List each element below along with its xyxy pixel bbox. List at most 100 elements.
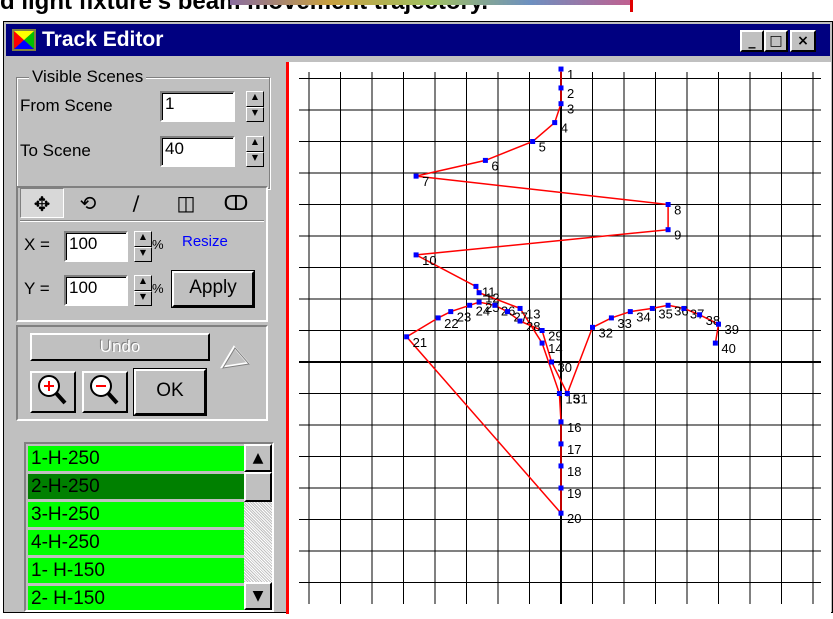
list-scrollbar[interactable]: ▲ ▼ xyxy=(244,444,272,610)
list-item[interactable]: 3-H-250 xyxy=(28,502,249,527)
from-scene-spinner[interactable]: ▲ ▼ xyxy=(246,91,264,122)
track-point[interactable] xyxy=(413,252,419,258)
triangle-icon xyxy=(220,345,250,369)
list-item[interactable]: 4-H-250 xyxy=(28,530,249,555)
track-point[interactable] xyxy=(558,101,564,107)
track-point[interactable] xyxy=(608,315,614,321)
track-point[interactable] xyxy=(482,157,488,163)
track-point-label: 32 xyxy=(599,325,613,340)
from-scene-input[interactable]: 1 xyxy=(160,91,235,122)
track-graph-svg[interactable]: 1234567891011121314151617181920212223 242… xyxy=(289,62,831,614)
x-input[interactable]: 100 xyxy=(64,231,128,262)
track-point[interactable] xyxy=(564,391,570,396)
spin-up-icon[interactable]: ▲ xyxy=(134,275,152,291)
track-point[interactable] xyxy=(539,328,545,333)
move-icon[interactable]: ✥ xyxy=(20,188,64,218)
track-path xyxy=(405,69,720,516)
spin-down-icon[interactable]: ▼ xyxy=(246,151,264,167)
track-point[interactable] xyxy=(712,340,718,346)
resize-link[interactable]: Resize xyxy=(182,233,228,250)
track-point-label: 29 xyxy=(548,329,562,344)
track-point[interactable] xyxy=(517,318,523,324)
track-point[interactable] xyxy=(556,391,562,396)
rotate-icon[interactable]: ⟲ xyxy=(66,188,110,218)
minimize-button[interactable]: _ xyxy=(740,30,764,52)
track-point[interactable] xyxy=(590,324,595,330)
track-point[interactable] xyxy=(558,510,564,516)
track-point[interactable] xyxy=(558,85,564,91)
track-point-label: 39 xyxy=(725,322,739,337)
maximize-button[interactable]: □ xyxy=(764,30,788,52)
track-point[interactable] xyxy=(467,302,473,308)
track-point-label: 5 xyxy=(539,140,546,155)
track-point[interactable] xyxy=(665,302,671,308)
y-spinner[interactable]: ▲ ▼ xyxy=(134,275,152,306)
spin-down-icon[interactable]: ▼ xyxy=(246,106,264,122)
spin-up-icon[interactable]: ▲ xyxy=(134,231,152,247)
track-point[interactable] xyxy=(504,309,510,315)
tools-divider xyxy=(20,220,264,222)
list-item[interactable]: 1-H-250 xyxy=(28,446,249,471)
scene-list[interactable]: 1-H-250 2-H-250 3-H-250 4-H-250 1- H-150… xyxy=(24,442,274,612)
track-point[interactable] xyxy=(665,227,671,233)
shape-icon[interactable]: ◫ xyxy=(164,188,208,218)
y-input[interactable]: 100 xyxy=(64,275,128,306)
track-point[interactable] xyxy=(404,334,410,340)
track-graph[interactable]: 1 2 3 4 5 6 7 8 9 10 11 12 13 14 15 16 17 18 19 20 21 22 23 24 2… xyxy=(286,62,831,614)
circles-icon[interactable]: ↀ xyxy=(214,188,258,218)
track-point[interactable] xyxy=(476,290,482,296)
track-point[interactable] xyxy=(716,321,721,327)
scroll-thumb[interactable] xyxy=(244,472,272,502)
apply-button[interactable]: Apply xyxy=(171,270,255,308)
to-scene-spinner[interactable]: ▲ ▼ xyxy=(246,136,264,167)
zoom-out-icon xyxy=(90,375,119,405)
zoom-out-button[interactable] xyxy=(82,371,128,413)
scroll-up-icon[interactable]: ▲ xyxy=(244,444,272,472)
scroll-down-icon[interactable]: ▼ xyxy=(244,582,272,610)
track-point[interactable] xyxy=(627,309,633,315)
spin-down-icon[interactable]: ▼ xyxy=(134,290,152,306)
track-point[interactable] xyxy=(549,359,555,365)
track-point-label: 37 xyxy=(690,306,704,321)
track-point[interactable] xyxy=(665,202,671,207)
y-percent: % xyxy=(152,281,164,296)
track-point[interactable] xyxy=(558,463,564,469)
zoom-in-button[interactable] xyxy=(30,371,76,413)
track-point[interactable] xyxy=(539,340,545,346)
track-point-label: 21 xyxy=(413,335,427,350)
app-icon xyxy=(12,29,36,51)
track-point[interactable] xyxy=(552,120,558,126)
track-point[interactable] xyxy=(448,309,454,315)
track-point[interactable] xyxy=(435,315,441,321)
line-icon[interactable]: ∕ xyxy=(114,188,158,218)
list-item[interactable]: 1- H-150 xyxy=(28,558,249,583)
track-point[interactable] xyxy=(492,302,498,308)
spin-up-icon[interactable]: ▲ xyxy=(246,91,264,107)
x-spinner[interactable]: ▲ ▼ xyxy=(134,231,152,262)
to-scene-input[interactable]: 40 xyxy=(160,136,235,167)
track-point[interactable] xyxy=(558,441,564,447)
track-point-label: 9 xyxy=(674,228,681,243)
list-item[interactable]: 2- H-150 xyxy=(28,586,249,610)
list-item[interactable]: 2-H-250 xyxy=(28,474,249,499)
track-point[interactable] xyxy=(649,305,655,311)
title-bar[interactable]: Track Editor _ □ × xyxy=(6,24,830,56)
track-point[interactable] xyxy=(558,419,564,425)
spin-up-icon[interactable]: ▲ xyxy=(246,136,264,152)
close-button[interactable]: × xyxy=(790,30,816,52)
track-point-label: 17 xyxy=(567,442,581,457)
undo-button[interactable]: Undo xyxy=(30,333,210,361)
track-point[interactable] xyxy=(681,305,687,311)
track-point[interactable] xyxy=(697,312,703,318)
track-point[interactable] xyxy=(476,299,482,305)
track-point[interactable] xyxy=(530,139,536,144)
from-scene-label: From Scene xyxy=(20,96,113,115)
spin-down-icon[interactable]: ▼ xyxy=(134,246,152,262)
track-point[interactable] xyxy=(558,66,564,72)
track-point-label: 3 xyxy=(567,102,574,117)
ok-button[interactable]: OK xyxy=(133,368,207,416)
track-point[interactable] xyxy=(413,173,419,179)
track-point[interactable] xyxy=(473,283,479,289)
track-point[interactable] xyxy=(558,485,564,491)
track-point-label: 6 xyxy=(491,158,498,173)
